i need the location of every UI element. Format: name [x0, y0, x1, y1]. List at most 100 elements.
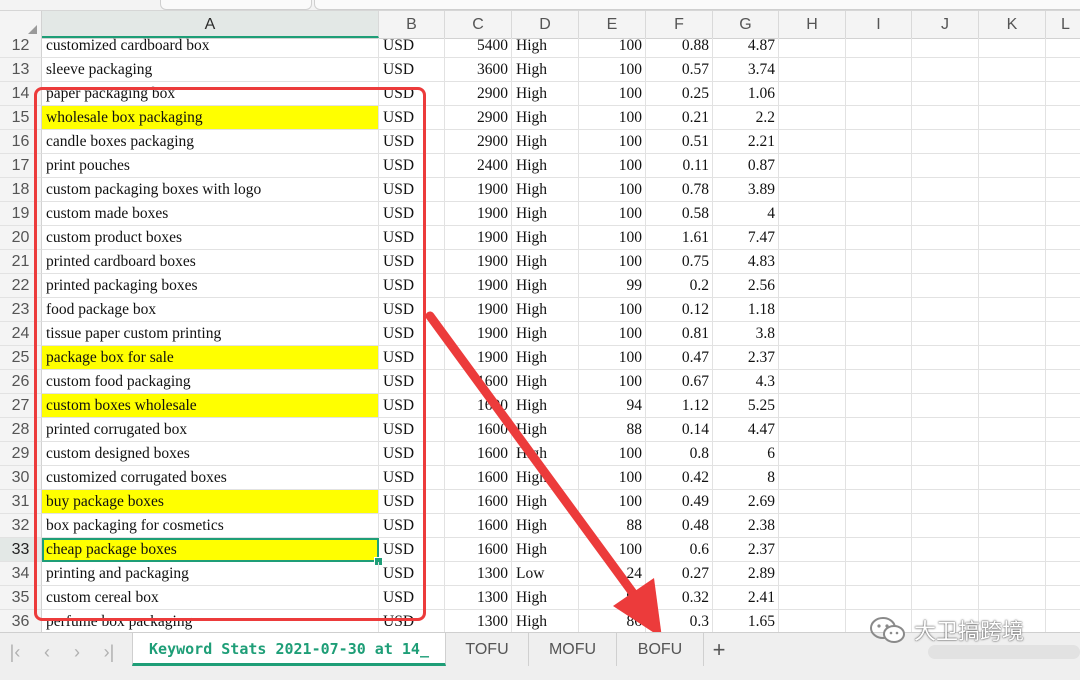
cell-l[interactable] — [1046, 442, 1080, 466]
cell-h[interactable] — [779, 82, 846, 106]
cell-f[interactable]: 0.48 — [646, 514, 713, 538]
cell-h[interactable] — [779, 490, 846, 514]
cell-d[interactable]: High — [512, 58, 579, 82]
cell-i[interactable] — [846, 38, 912, 58]
cell-i[interactable] — [846, 130, 912, 154]
cell-l[interactable] — [1046, 346, 1080, 370]
cell-g[interactable]: 5.25 — [713, 394, 779, 418]
cell-d[interactable]: High — [512, 298, 579, 322]
cell-i[interactable] — [846, 298, 912, 322]
cell-a[interactable]: sleeve packaging — [42, 58, 379, 82]
cell-l[interactable] — [1046, 130, 1080, 154]
cell-e[interactable]: 100 — [579, 38, 646, 58]
cell-j[interactable] — [912, 154, 979, 178]
cell-f[interactable]: 0.51 — [646, 130, 713, 154]
cell-f[interactable]: 0.47 — [646, 346, 713, 370]
column-header-G[interactable]: G — [713, 11, 779, 38]
cell-d[interactable]: High — [512, 442, 579, 466]
cell-k[interactable] — [979, 202, 1046, 226]
cell-g[interactable]: 2.56 — [713, 274, 779, 298]
cell-i[interactable] — [846, 154, 912, 178]
cell-f[interactable]: 0.11 — [646, 154, 713, 178]
cell-h[interactable] — [779, 394, 846, 418]
cell-l[interactable] — [1046, 586, 1080, 610]
cell-k[interactable] — [979, 226, 1046, 250]
cell-j[interactable] — [912, 202, 979, 226]
cell-g[interactable]: 7.47 — [713, 226, 779, 250]
cell-i[interactable] — [846, 562, 912, 586]
cell-h[interactable] — [779, 298, 846, 322]
sheet-tab-mofu[interactable]: MOFU — [529, 633, 617, 666]
cell-d[interactable]: High — [512, 106, 579, 130]
cell-j[interactable] — [912, 178, 979, 202]
cell-d[interactable]: High — [512, 202, 579, 226]
cell-j[interactable] — [912, 226, 979, 250]
cell-h[interactable] — [779, 274, 846, 298]
cell-c[interactable]: 1600 — [445, 418, 512, 442]
cell-k[interactable] — [979, 38, 1046, 58]
cell-e[interactable]: 90 — [579, 586, 646, 610]
cell-d[interactable]: High — [512, 38, 579, 58]
cell-d[interactable]: High — [512, 322, 579, 346]
cell-h[interactable] — [779, 514, 846, 538]
cell-l[interactable] — [1046, 178, 1080, 202]
cell-i[interactable] — [846, 226, 912, 250]
cell-l[interactable] — [1046, 514, 1080, 538]
cell-f[interactable]: 0.25 — [646, 82, 713, 106]
cell-c[interactable]: 2900 — [445, 82, 512, 106]
cell-e[interactable]: 100 — [579, 178, 646, 202]
toolbar-tab[interactable] — [160, 0, 312, 10]
sheet-tab-keyword-stats[interactable]: Keyword Stats 2021-07-30 at 14_ — [132, 633, 446, 666]
cell-g[interactable]: 4.3 — [713, 370, 779, 394]
cell-k[interactable] — [979, 370, 1046, 394]
cell-g[interactable]: 4.83 — [713, 250, 779, 274]
cell-g[interactable]: 6 — [713, 442, 779, 466]
column-header-H[interactable]: H — [779, 11, 846, 38]
cell-b[interactable]: USD — [379, 58, 445, 82]
cell-g[interactable]: 4.47 — [713, 418, 779, 442]
cell-i[interactable] — [846, 178, 912, 202]
cell-k[interactable] — [979, 418, 1046, 442]
cell-c[interactable]: 1900 — [445, 298, 512, 322]
cell-g[interactable]: 2.37 — [713, 538, 779, 562]
cell-d[interactable]: High — [512, 466, 579, 490]
cell-e[interactable]: 99 — [579, 274, 646, 298]
cell-f[interactable]: 0.67 — [646, 370, 713, 394]
cell-f[interactable]: 0.78 — [646, 178, 713, 202]
cell-d[interactable]: Low — [512, 562, 579, 586]
cell-h[interactable] — [779, 322, 846, 346]
cell-l[interactable] — [1046, 298, 1080, 322]
cell-j[interactable] — [912, 346, 979, 370]
cell-d[interactable]: High — [512, 226, 579, 250]
cell-l[interactable] — [1046, 418, 1080, 442]
cell-k[interactable] — [979, 586, 1046, 610]
cell-k[interactable] — [979, 466, 1046, 490]
cell-k[interactable] — [979, 322, 1046, 346]
cell-g[interactable]: 2.21 — [713, 130, 779, 154]
cell-f[interactable]: 0.2 — [646, 274, 713, 298]
cell-h[interactable] — [779, 38, 846, 58]
cell-l[interactable] — [1046, 38, 1080, 58]
row-number[interactable]: 12 — [0, 38, 42, 58]
cell-e[interactable]: 100 — [579, 370, 646, 394]
cell-j[interactable] — [912, 586, 979, 610]
cell-h[interactable] — [779, 226, 846, 250]
cell-k[interactable] — [979, 178, 1046, 202]
cell-c[interactable]: 1900 — [445, 250, 512, 274]
cell-e[interactable]: 100 — [579, 466, 646, 490]
cell-j[interactable] — [912, 298, 979, 322]
cell-f[interactable]: 1.12 — [646, 394, 713, 418]
cell-i[interactable] — [846, 490, 912, 514]
cell-e[interactable]: 100 — [579, 154, 646, 178]
cell-i[interactable] — [846, 58, 912, 82]
first-sheet-icon[interactable]: |‹ — [4, 641, 26, 663]
cell-d[interactable]: High — [512, 178, 579, 202]
cell-f[interactable]: 0.14 — [646, 418, 713, 442]
cell-g[interactable]: 2.2 — [713, 106, 779, 130]
cell-h[interactable] — [779, 178, 846, 202]
cell-e[interactable]: 100 — [579, 106, 646, 130]
column-header-A[interactable]: A — [42, 11, 379, 38]
column-header-L[interactable]: L — [1046, 11, 1080, 38]
cell-b[interactable]: USD — [379, 38, 445, 58]
cell-k[interactable] — [979, 346, 1046, 370]
